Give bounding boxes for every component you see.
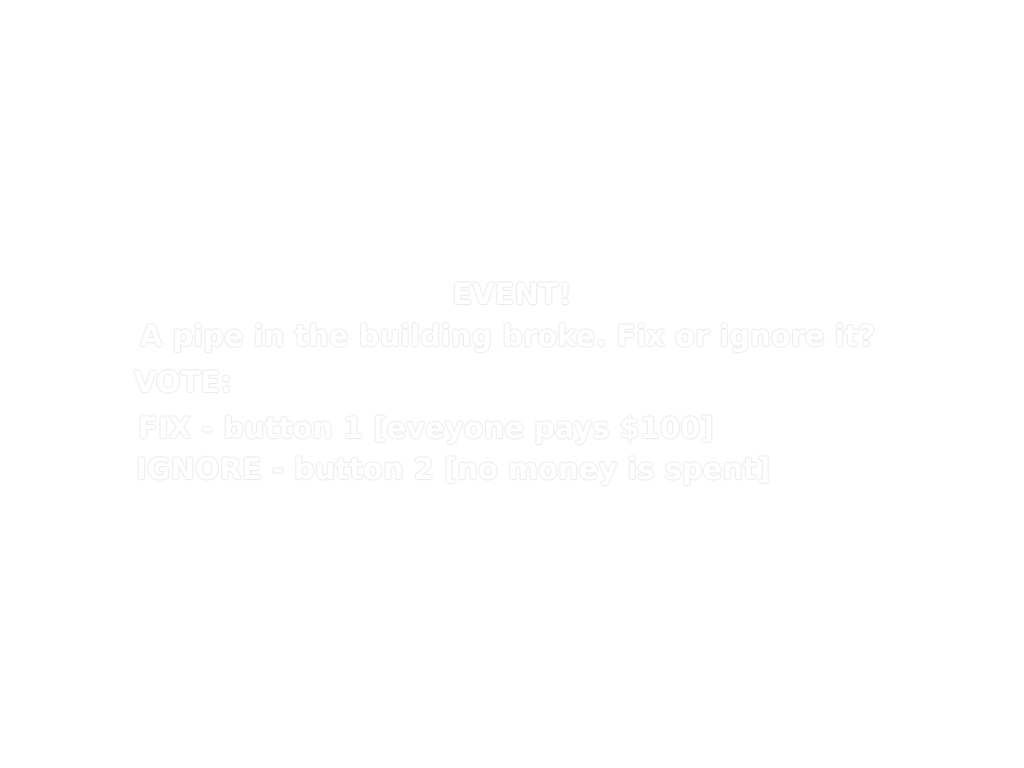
vote-option-fix: FIX - button 1 [eveyone pays $100] [138,411,714,445]
event-panel: EVENT! A pipe in the building broke. Fix… [0,0,1024,768]
event-title: EVENT! [452,277,572,311]
game-screen: EVENT! A pipe in the building broke. Fix… [0,0,1024,768]
vote-label: VOTE: [134,365,232,399]
vote-option-ignore: IGNORE - button 2 [no money is spent] [136,452,771,486]
event-question: A pipe in the building broke. Fix or ign… [140,319,876,353]
